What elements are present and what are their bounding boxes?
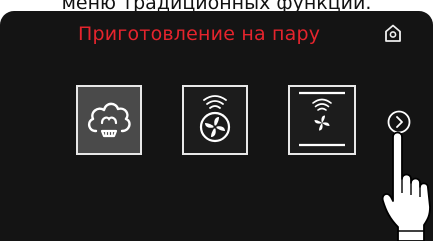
- mode-tile-steam-fan[interactable]: [182, 85, 248, 155]
- pointing-hand-icon: [380, 127, 433, 241]
- mode-tile-steam-fan-heat[interactable]: [288, 85, 356, 155]
- home-button[interactable]: [382, 22, 404, 44]
- home-icon: [385, 24, 401, 42]
- steam-fan-icon: [199, 95, 231, 143]
- oven-display: Приготовление на пару: [0, 11, 433, 241]
- steam-fan-top-bottom-heat-icon: [299, 91, 345, 147]
- mode-tile-steam[interactable]: [76, 85, 142, 155]
- steam-icon: [88, 102, 131, 138]
- manual-page: меню традиционных функций. Приготовление…: [0, 0, 433, 241]
- page-title: Приготовление на пару: [78, 23, 321, 45]
